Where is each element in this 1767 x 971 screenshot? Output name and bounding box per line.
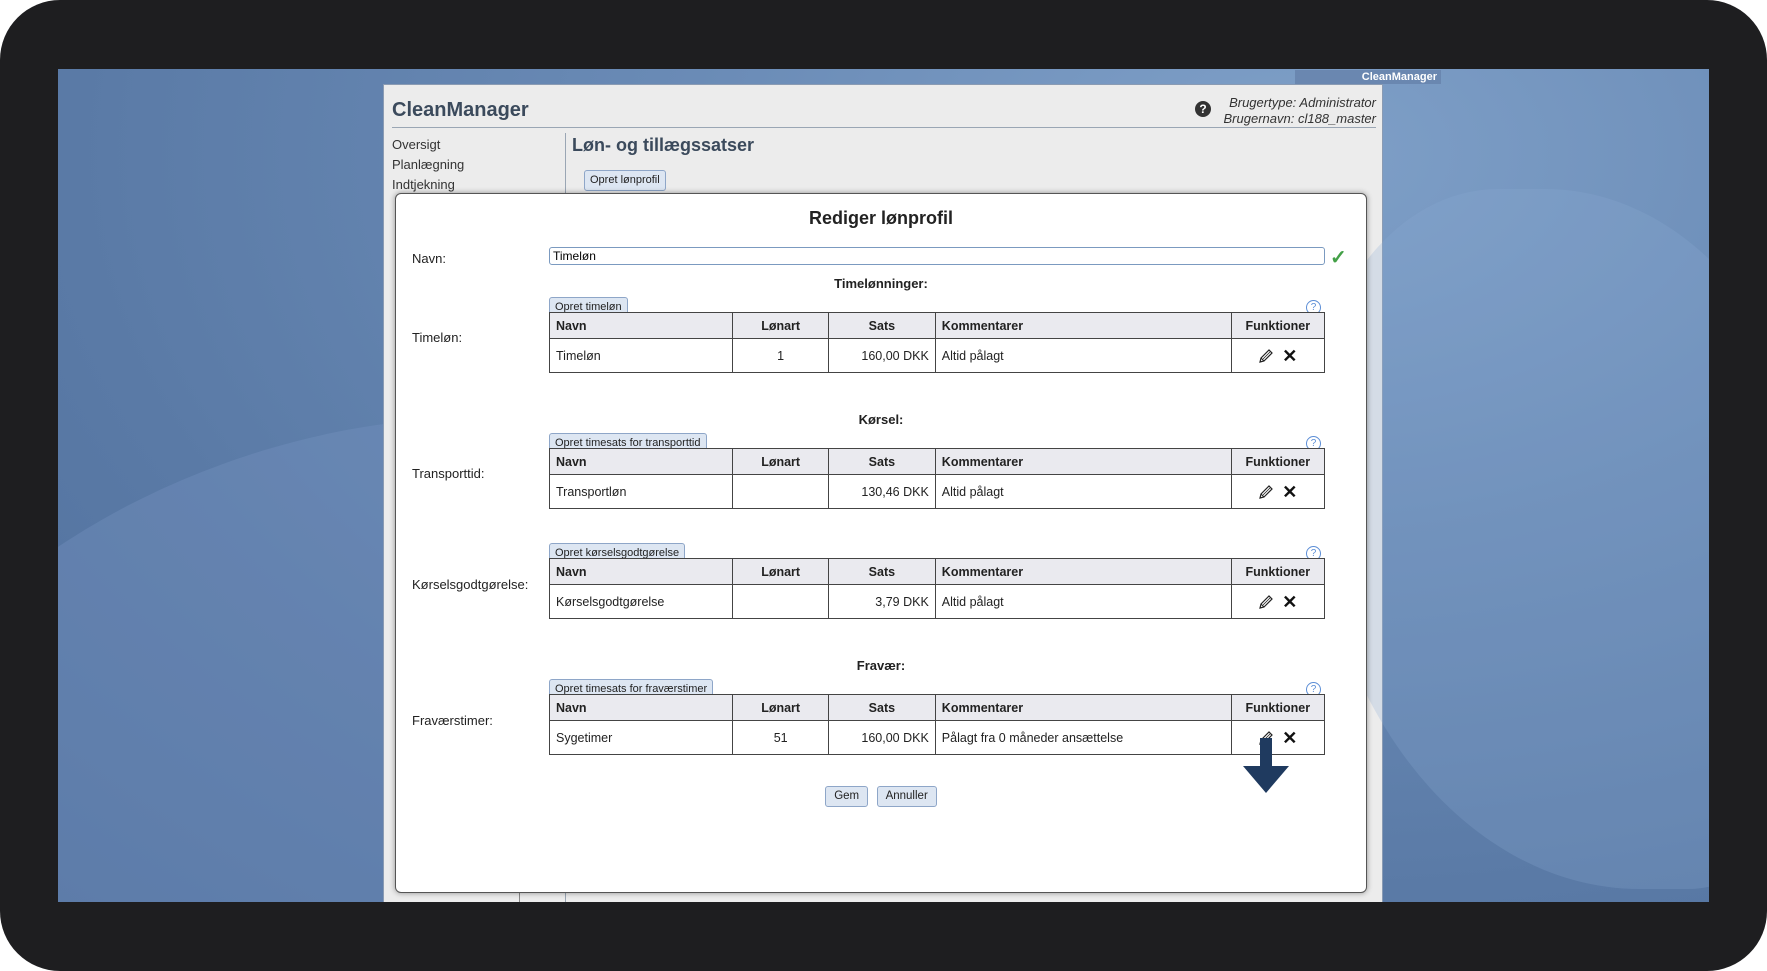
transport-label: Transporttid: [412,466,485,481]
cell-sats: 160,00 DKK [827,338,936,373]
cell-lonart: 51 [732,720,829,755]
sidebar-nav: Oversigt Planlægning Indtjekning [392,135,464,195]
create-profile-button[interactable]: Opret lønprofil [584,170,666,191]
col-header-navn: Navn [548,312,734,339]
cell-funktioner: ✕ [1230,474,1326,509]
dialog-title: Rediger lønprofil [809,208,953,228]
page-title: Løn- og tillægssatser [572,135,755,155]
user-info: Brugertype: Administrator Brugernavn: cl… [1224,95,1376,127]
mileage-table: Navn Lønart Sats Kommentarer Funktioner … [548,558,1326,619]
absence-label: Fraværstimer: [412,713,493,728]
col-header-kommentarer: Kommentarer [934,448,1232,475]
user-type: Brugertype: Administrator [1229,95,1376,110]
table-row: Transportløn 130,46 DKK Altid pålagt ✕ [548,474,1326,509]
section-title-koersel: Kørsel: [858,412,904,427]
cell-lonart [732,584,829,619]
valid-check-icon: ✓ [1330,247,1347,269]
profile-name-input[interactable] [549,247,1325,265]
col-header-lonart: Lønart [732,694,829,721]
table-row: Timeløn 1 160,00 DKK Altid pålagt ✕ [548,338,1326,373]
pencil-icon[interactable] [1258,594,1274,610]
cell-navn: Kørselsgodtgørelse [548,584,734,619]
name-label: Navn: [412,251,446,266]
close-icon[interactable]: ✕ [1282,483,1297,501]
cell-navn: Sygetimer [548,720,734,755]
cell-navn: Transportløn [548,474,734,509]
section-title-timeloenninger: Timelønninger: [834,276,928,291]
cell-kommentar: Altid pålagt [934,584,1232,619]
screen-frame: CleanManager CleanManager ? Brugertype: … [0,0,1767,971]
app-title: CleanManager [392,99,529,121]
section-title-fravaer: Fravær: [856,658,906,673]
col-header-navn: Navn [548,448,734,475]
save-button[interactable]: Gem [825,786,869,807]
close-icon[interactable]: ✕ [1282,593,1297,611]
down-arrow-icon [1243,738,1289,793]
col-header-kommentarer: Kommentarer [934,694,1232,721]
sidebar-item-indtjekning[interactable]: Indtjekning [392,175,464,195]
col-header-lonart: Lønart [732,558,829,585]
cell-funktioner: ✕ [1230,338,1326,373]
cell-kommentar: Altid pålagt [934,338,1232,373]
cell-sats: 3,79 DKK [827,584,936,619]
cell-funktioner: ✕ [1230,584,1326,619]
hourly-wage-label: Timeløn: [412,330,463,345]
cell-lonart [732,474,829,509]
edit-wage-profile-dialog: Rediger lønprofil Navn: ✓ Timelønninger:… [395,193,1367,893]
user-name: Brugernavn: cl188_master [1223,111,1376,126]
close-icon[interactable]: ✕ [1282,347,1297,365]
dialog-footer: Gem Annuller [396,786,1366,807]
col-header-kommentarer: Kommentarer [934,312,1232,339]
background-table-edge [519,893,1356,902]
table-row: Kørselsgodtgørelse 3,79 DKK Altid pålagt… [548,584,1326,619]
col-header-sats: Sats [827,312,936,339]
col-header-lonart: Lønart [732,312,829,339]
col-header-funktioner: Funktioner [1230,694,1326,721]
col-header-funktioner: Funktioner [1230,558,1326,585]
cell-kommentar: Pålagt fra 0 måneder ansættelse [934,720,1232,755]
cell-sats: 130,46 DKK [827,474,936,509]
help-icon[interactable]: ? [1195,101,1211,117]
col-header-funktioner: Funktioner [1230,448,1326,475]
table-row: Sygetimer 51 160,00 DKK Pålagt fra 0 mån… [548,720,1326,755]
cell-lonart: 1 [732,338,829,373]
cell-navn: Timeløn [548,338,734,373]
cancel-button[interactable]: Annuller [876,786,937,807]
col-header-sats: Sats [827,448,936,475]
pencil-icon[interactable] [1258,484,1274,500]
mileage-label: Kørselsgodtgørelse: [412,577,529,592]
col-header-kommentarer: Kommentarer [934,558,1232,585]
col-header-sats: Sats [827,694,936,721]
col-header-navn: Navn [548,558,734,585]
window-label: CleanManager [1295,70,1441,84]
sidebar-item-oversigt[interactable]: Oversigt [392,135,464,155]
cell-sats: 160,00 DKK [827,720,936,755]
col-header-navn: Navn [548,694,734,721]
hourly-wage-table: Navn Lønart Sats Kommentarer Funktioner … [548,312,1326,373]
absence-table: Navn Lønart Sats Kommentarer Funktioner … [548,694,1326,755]
pencil-icon[interactable] [1258,348,1274,364]
sidebar-item-planlaegning[interactable]: Planlægning [392,155,464,175]
col-header-lonart: Lønart [732,448,829,475]
transport-table: Navn Lønart Sats Kommentarer Funktioner … [548,448,1326,509]
col-header-funktioner: Funktioner [1230,312,1326,339]
col-header-sats: Sats [827,558,936,585]
header-divider [392,127,1376,128]
cell-kommentar: Altid pålagt [934,474,1232,509]
